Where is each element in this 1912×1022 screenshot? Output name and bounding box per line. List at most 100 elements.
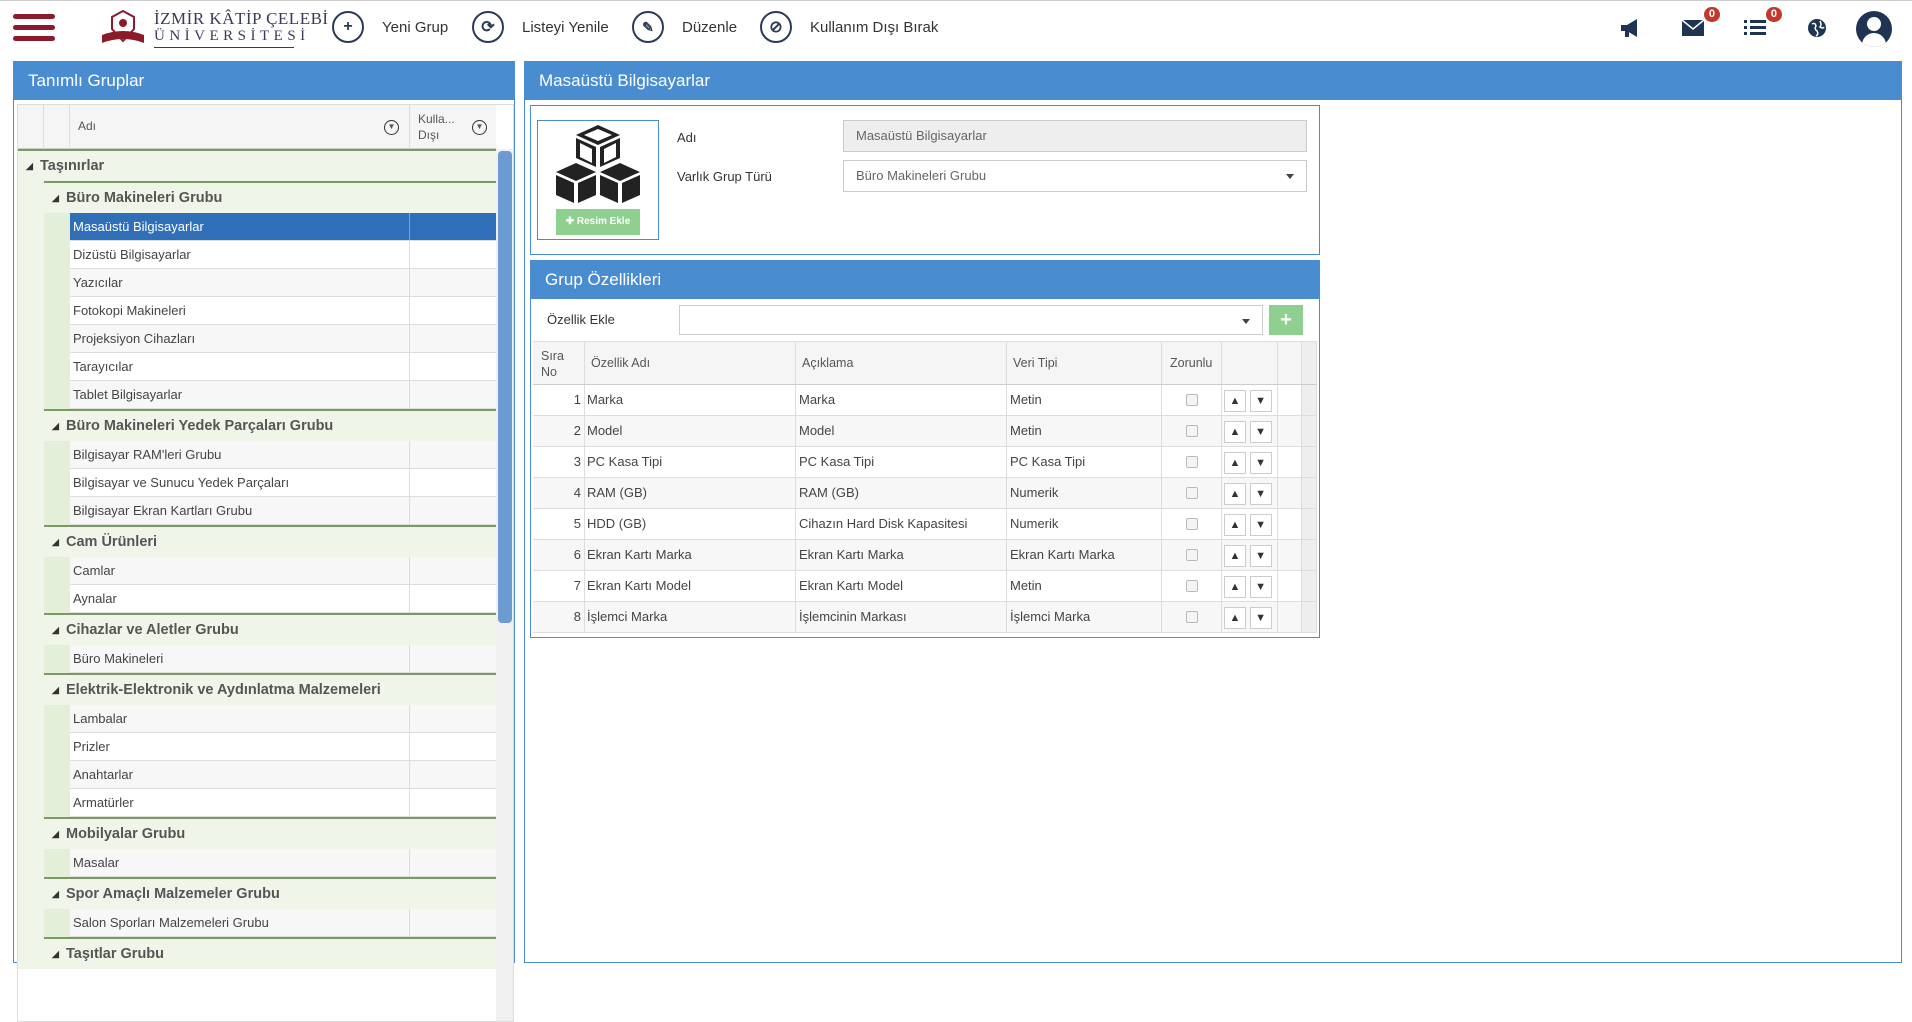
chevron-up-icon[interactable]: ▲ (1224, 576, 1246, 598)
chevron-down-icon[interactable]: ▼ (1249, 607, 1272, 629)
add-property-button[interactable]: + (1269, 305, 1303, 335)
edit-button[interactable]: ✎ Düzenle (632, 10, 737, 44)
required-checkbox[interactable] (1185, 487, 1198, 499)
envelope-icon[interactable]: 0 (1678, 7, 1720, 43)
tree-leaf-item[interactable]: Salon Sporları Malzemeleri Grubu (70, 909, 496, 937)
table-row[interactable]: 3 PC Kasa Tipi PC Kasa Tipi PC Kasa Tipi ▲ ▼ (533, 447, 1317, 478)
scrollbar-thumb[interactable] (498, 151, 512, 623)
table-row[interactable]: 2 Model Model Metin ▲ ▼ (533, 416, 1317, 447)
tree-leaf-item[interactable]: Bilgisayar ve Sunucu Yedek Parçaları (70, 469, 496, 497)
tree-node-group[interactable]: ◢ Spor Amaçlı Malzemeler Grubu (44, 877, 496, 909)
user-icon[interactable] (1856, 11, 1892, 47)
tree-leaf-item[interactable]: Prizler (70, 733, 496, 761)
defined-groups-title: Tanımlı Gruplar (14, 62, 514, 100)
collapse-triangle-icon[interactable]: ◢ (26, 151, 33, 181)
tree-node-group[interactable]: ◢ Elektrik-Elektronik ve Aydınlatma Malze… (44, 673, 496, 705)
chevron-up-icon[interactable]: ▲ (1224, 607, 1246, 629)
tree-leaf-item[interactable]: Büro Makineleri (70, 645, 496, 673)
tree-node-group[interactable]: ◢ Cam Ürünleri (44, 525, 496, 557)
megaphone-icon[interactable] (1616, 13, 1646, 43)
collapse-triangle-icon[interactable]: ◢ (52, 411, 59, 441)
table-row[interactable]: 8 İşlemci Marka İşlemcinin Markası İşlemci … (533, 602, 1317, 633)
tree-node-group[interactable]: ◢ Cihazlar ve Aletler Grubu (44, 613, 496, 645)
col-property-name[interactable]: Özellik Adı (585, 342, 796, 384)
chevron-up-icon[interactable]: ▲ (1224, 545, 1246, 567)
tree-scrollbar[interactable] (496, 149, 513, 1021)
table-row[interactable]: 6 Ekran Kartı Marka Ekran Kartı Marka Ekran… (533, 540, 1317, 571)
chevron-down-icon[interactable]: ▼ (1249, 483, 1272, 505)
tree-leaf-item[interactable]: Armatürler (70, 789, 496, 817)
chevron-down-icon[interactable]: ▼ (1249, 421, 1272, 443)
col-data-type[interactable]: Veri Tipi (1007, 342, 1162, 384)
group-type-select[interactable]: Büro Makineleri Grubu (843, 160, 1307, 192)
name-field[interactable]: Masaüstü Bilgisayarlar (843, 120, 1307, 152)
tree-leaf-item[interactable]: Fotokopi Makineleri (70, 297, 496, 325)
tree-node-root[interactable]: ◢ Taşınırlar (18, 149, 496, 181)
required-checkbox[interactable] (1185, 580, 1198, 592)
filter-icon[interactable]: ▼ (472, 120, 487, 135)
tree-leaf-item[interactable]: Masaüstü Bilgisayarlar (70, 213, 496, 241)
add-image-button[interactable]: ✚ Resim Ekle (556, 209, 640, 235)
tree-node-group[interactable]: ◢ Büro Makineleri Yedek Parçaları Grubu (44, 409, 496, 441)
refresh-list-button[interactable]: ⟳ Listeyi Yenile (472, 10, 609, 44)
chevron-down-icon[interactable]: ▼ (1249, 390, 1272, 412)
collapse-triangle-icon[interactable]: ◢ (52, 527, 59, 557)
collapse-triangle-icon[interactable]: ◢ (52, 615, 59, 645)
tree-leaf-item[interactable]: Bilgisayar RAM'leri Grubu (70, 441, 496, 469)
table-row[interactable]: 1 Marka Marka Metin ▲ ▼ (533, 385, 1317, 416)
chevron-up-icon[interactable]: ▲ (1224, 390, 1246, 412)
table-row[interactable]: 7 Ekran Kartı Model Ekran Kartı Model Metin… (533, 571, 1317, 602)
chevron-up-icon[interactable]: ▲ (1224, 514, 1246, 536)
required-checkbox[interactable] (1185, 425, 1198, 437)
required-checkbox[interactable] (1185, 518, 1198, 530)
tree-leaf-item[interactable]: Anahtarlar (70, 761, 496, 789)
refresh-icon: ⟳ (472, 11, 504, 43)
tree-leaf-item[interactable]: Lambalar (70, 705, 496, 733)
col-required[interactable]: Zorunlu (1162, 342, 1222, 384)
tree-leaf-item[interactable]: Camlar (70, 557, 496, 585)
chevron-up-icon[interactable]: ▲ (1224, 421, 1246, 443)
add-property-select[interactable] (679, 305, 1263, 335)
chevron-down-icon[interactable]: ▼ (1249, 545, 1272, 567)
required-checkbox[interactable] (1185, 394, 1198, 406)
disable-button[interactable]: ⊘ Kullanım Dışı Bırak (760, 10, 938, 44)
university-logo[interactable]: İZMİR KÂTİP ÇELEBİ ÜNİVERSİTESİ (98, 7, 328, 48)
required-checkbox[interactable] (1185, 611, 1198, 623)
disabled-column-header[interactable]: Kulla... Dışı ▼ (410, 105, 496, 149)
chevron-down-icon (1242, 319, 1250, 324)
tree-leaf-item[interactable]: Tablet Bilgisayarlar (70, 381, 496, 409)
collapse-triangle-icon[interactable]: ◢ (52, 183, 59, 213)
collapse-triangle-icon[interactable]: ◢ (52, 819, 59, 849)
chevron-up-icon[interactable]: ▲ (1224, 452, 1246, 474)
collapse-triangle-icon[interactable]: ◢ (52, 939, 59, 969)
chevron-up-icon[interactable]: ▲ (1224, 483, 1246, 505)
tree-leaf-item[interactable]: Projeksiyon Cihazları (70, 325, 496, 353)
tree-node-group[interactable]: ◢ Taşıtlar Grubu (44, 937, 496, 969)
chevron-down-icon[interactable]: ▼ (1249, 452, 1272, 474)
tree-leaf-item[interactable]: Yazıcılar (70, 269, 496, 297)
hamburger-menu-icon[interactable] (13, 14, 55, 42)
name-column-header[interactable]: Adı ▼ (70, 105, 410, 149)
filter-icon[interactable]: ▼ (384, 120, 399, 135)
tree-leaf-item[interactable]: Tarayıcılar (70, 353, 496, 381)
required-checkbox[interactable] (1185, 549, 1198, 561)
tree-leaf-item[interactable]: Bilgisayar Ekran Kartları Grubu (70, 497, 496, 525)
task-list-icon[interactable]: 0 (1740, 7, 1782, 43)
tree-leaf-item[interactable]: Aynalar (70, 585, 496, 613)
required-checkbox[interactable] (1185, 456, 1198, 468)
chevron-down-icon[interactable]: ▼ (1249, 576, 1272, 598)
tree-node-group[interactable]: ◢ Mobilyalar Grubu (44, 817, 496, 849)
col-description[interactable]: Açıklama (796, 342, 1007, 384)
chevron-down-icon[interactable]: ▼ (1249, 514, 1272, 536)
globe-icon[interactable] (1802, 13, 1832, 43)
collapse-triangle-icon[interactable]: ◢ (52, 675, 59, 705)
tree-header: Adı ▼ Kulla... Dışı ▼ (18, 105, 496, 149)
collapse-triangle-icon[interactable]: ◢ (52, 879, 59, 909)
table-row[interactable]: 4 RAM (GB) RAM (GB) Numerik ▲ ▼ (533, 478, 1317, 509)
col-order-no[interactable]: Sıra No (533, 342, 585, 384)
tree-leaf-item[interactable]: Dizüstü Bilgisayarlar (70, 241, 496, 269)
table-row[interactable]: 5 HDD (GB) Cihazın Hard Disk Kapasitesi Num… (533, 509, 1317, 540)
new-group-button[interactable]: + Yeni Grup (332, 10, 448, 44)
tree-leaf-item[interactable]: Masalar (70, 849, 496, 877)
tree-node-group[interactable]: ◢ Büro Makineleri Grubu (44, 181, 496, 213)
